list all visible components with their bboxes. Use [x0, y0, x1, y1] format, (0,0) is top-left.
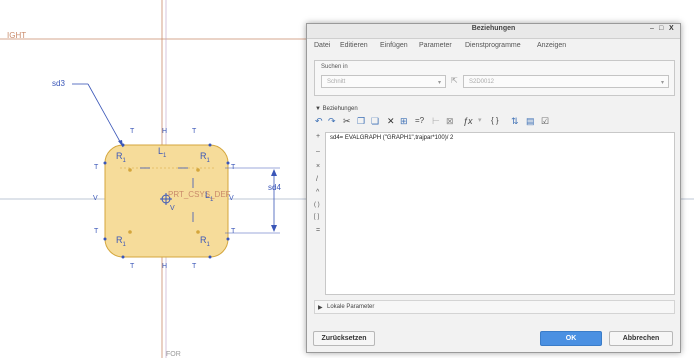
relations-toolbar: ↶ ↷ ✂ ❐ ❏ ✕ ⊞ =? ⊢ ⊠ ƒx ▾ { } ⇅ ▤ ☑: [315, 116, 635, 130]
expand-triangle-icon: ▶: [318, 305, 323, 311]
operator-parentheses[interactable]: ( ): [314, 202, 320, 208]
menu-dienstprogramme[interactable]: Dienstprogramme: [465, 42, 521, 49]
radius-sub: 1: [206, 157, 210, 164]
dimension-icon[interactable]: ⊢: [432, 116, 440, 127]
tangent-constraint[interactable]: T: [231, 164, 235, 171]
maximize-button[interactable]: □: [659, 25, 663, 32]
menu-anzeigen[interactable]: Anzeigen: [537, 42, 566, 49]
redo-icon[interactable]: ↷: [328, 116, 336, 127]
radius-label[interactable]: R1: [200, 235, 210, 248]
chevron-down-icon: ▾: [660, 80, 664, 86]
check-icon[interactable]: ☑: [541, 116, 549, 127]
tangent-constraint[interactable]: T: [130, 128, 134, 135]
sd4-arrow-top: [271, 169, 277, 176]
dialog-title: Beziehungen: [471, 25, 516, 32]
horizontal-constraint[interactable]: H: [162, 263, 167, 270]
length-sub: 1: [210, 196, 214, 203]
relations-section-toggle[interactable]: ▼ Beziehungen: [315, 106, 358, 112]
sort-icon[interactable]: ⇅: [511, 116, 519, 127]
search-item-select[interactable]: S2D0012 ▾: [463, 75, 669, 88]
verify-icon[interactable]: ⊠: [446, 116, 454, 127]
radius-label[interactable]: R1: [200, 151, 210, 164]
expand-triangle-icon: ▼: [315, 106, 321, 112]
search-legend: Suchen in: [321, 64, 348, 70]
operator-power[interactable]: ^: [316, 189, 319, 196]
menu-datei[interactable]: Datei: [314, 42, 330, 49]
csys-label: PRT_CSYS_DEF: [168, 190, 231, 199]
horizontal-constraint[interactable]: H: [162, 128, 167, 135]
menu-editieren[interactable]: Editieren: [340, 42, 368, 49]
undo-icon[interactable]: ↶: [315, 116, 323, 127]
local-parameters-label: Lokale Parameter: [327, 304, 375, 310]
search-item-value: S2D0012: [469, 79, 495, 85]
reset-button[interactable]: Zurücksetzen: [313, 331, 375, 346]
braces-icon[interactable]: { }: [491, 116, 499, 125]
cut-icon[interactable]: ✂: [343, 116, 351, 127]
insert-parameter-icon[interactable]: ⊞: [400, 116, 408, 127]
operator-brackets[interactable]: [ ]: [314, 214, 319, 220]
search-group: Suchen in Schnitt ▾ ⇱ S2D0012 ▾: [314, 60, 675, 96]
relations-dialog: Beziehungen – □ X Datei Editieren Einfüg…: [306, 23, 681, 353]
tangent-constraint[interactable]: T: [94, 164, 98, 171]
evaluate-icon[interactable]: =?: [415, 116, 424, 125]
radius-sub: 1: [206, 241, 210, 248]
vertical-constraint[interactable]: V: [93, 195, 98, 202]
copy-icon[interactable]: ❐: [357, 116, 365, 127]
function-icon[interactable]: ƒx: [463, 116, 473, 126]
minimize-button[interactable]: –: [650, 25, 654, 32]
length-sub: 1: [163, 152, 167, 159]
relation-code-line[interactable]: sd4= EVALGRAPH ("GRAPH1",trajpar*100)/ 2: [330, 135, 453, 141]
tangent-constraint[interactable]: T: [192, 128, 196, 135]
chevron-down-icon: ▾: [437, 80, 441, 86]
relations-editor[interactable]: sd4= EVALGRAPH ("GRAPH1",trajpar*100)/ 2: [325, 132, 675, 295]
radius-sub: 1: [122, 157, 126, 164]
radius-label[interactable]: R1: [116, 235, 126, 248]
dimension-sd4[interactable]: sd4: [268, 183, 281, 192]
sd4-arrow-bottom: [271, 225, 277, 232]
vertical-constraint[interactable]: V: [229, 195, 234, 202]
local-parameters-section[interactable]: ▶ Lokale Parameter: [314, 300, 675, 314]
reference-label-bottom: FOR: [166, 351, 181, 358]
operator-plus[interactable]: +: [316, 133, 320, 140]
operator-minus[interactable]: –: [316, 148, 320, 155]
radius-sub: 1: [122, 241, 126, 248]
vertical-constraint[interactable]: V: [170, 205, 175, 212]
search-type-value: Schnitt: [327, 79, 346, 85]
operator-equals[interactable]: =: [316, 227, 320, 234]
length-label[interactable]: L1: [158, 146, 166, 159]
relations-section-label: Beziehungen: [322, 106, 358, 112]
tangent-constraint[interactable]: T: [130, 263, 134, 270]
length-label[interactable]: L1: [205, 190, 213, 203]
paste-icon[interactable]: ❏: [371, 116, 379, 127]
operator-divide[interactable]: /: [316, 176, 318, 183]
menu-bar: Datei Editieren Einfügen Parameter Diens…: [307, 39, 680, 53]
ok-button[interactable]: OK: [540, 331, 602, 346]
delete-icon[interactable]: ✕: [387, 116, 395, 127]
menu-parameter[interactable]: Parameter: [419, 42, 452, 49]
tangent-constraint[interactable]: T: [94, 228, 98, 235]
cancel-button[interactable]: Abbrechen: [609, 331, 673, 346]
dialog-titlebar[interactable]: Beziehungen – □ X: [307, 24, 680, 39]
select-pointer-icon[interactable]: ⇱: [451, 76, 458, 85]
dimension-sd3[interactable]: sd3: [52, 79, 65, 88]
menu-einfuegen[interactable]: Einfügen: [380, 42, 408, 49]
tangent-constraint[interactable]: T: [192, 263, 196, 270]
reference-label: IGHT: [7, 31, 27, 40]
operator-multiply[interactable]: ×: [316, 163, 320, 170]
sd3-leader-b: [87, 83, 124, 148]
radius-label[interactable]: R1: [116, 151, 126, 164]
close-button[interactable]: X: [669, 25, 674, 32]
search-type-select[interactable]: Schnitt ▾: [321, 75, 446, 88]
dropdown-icon[interactable]: ▾: [478, 116, 482, 124]
table-icon[interactable]: ▤: [526, 116, 535, 127]
tangent-constraint[interactable]: T: [231, 228, 235, 235]
